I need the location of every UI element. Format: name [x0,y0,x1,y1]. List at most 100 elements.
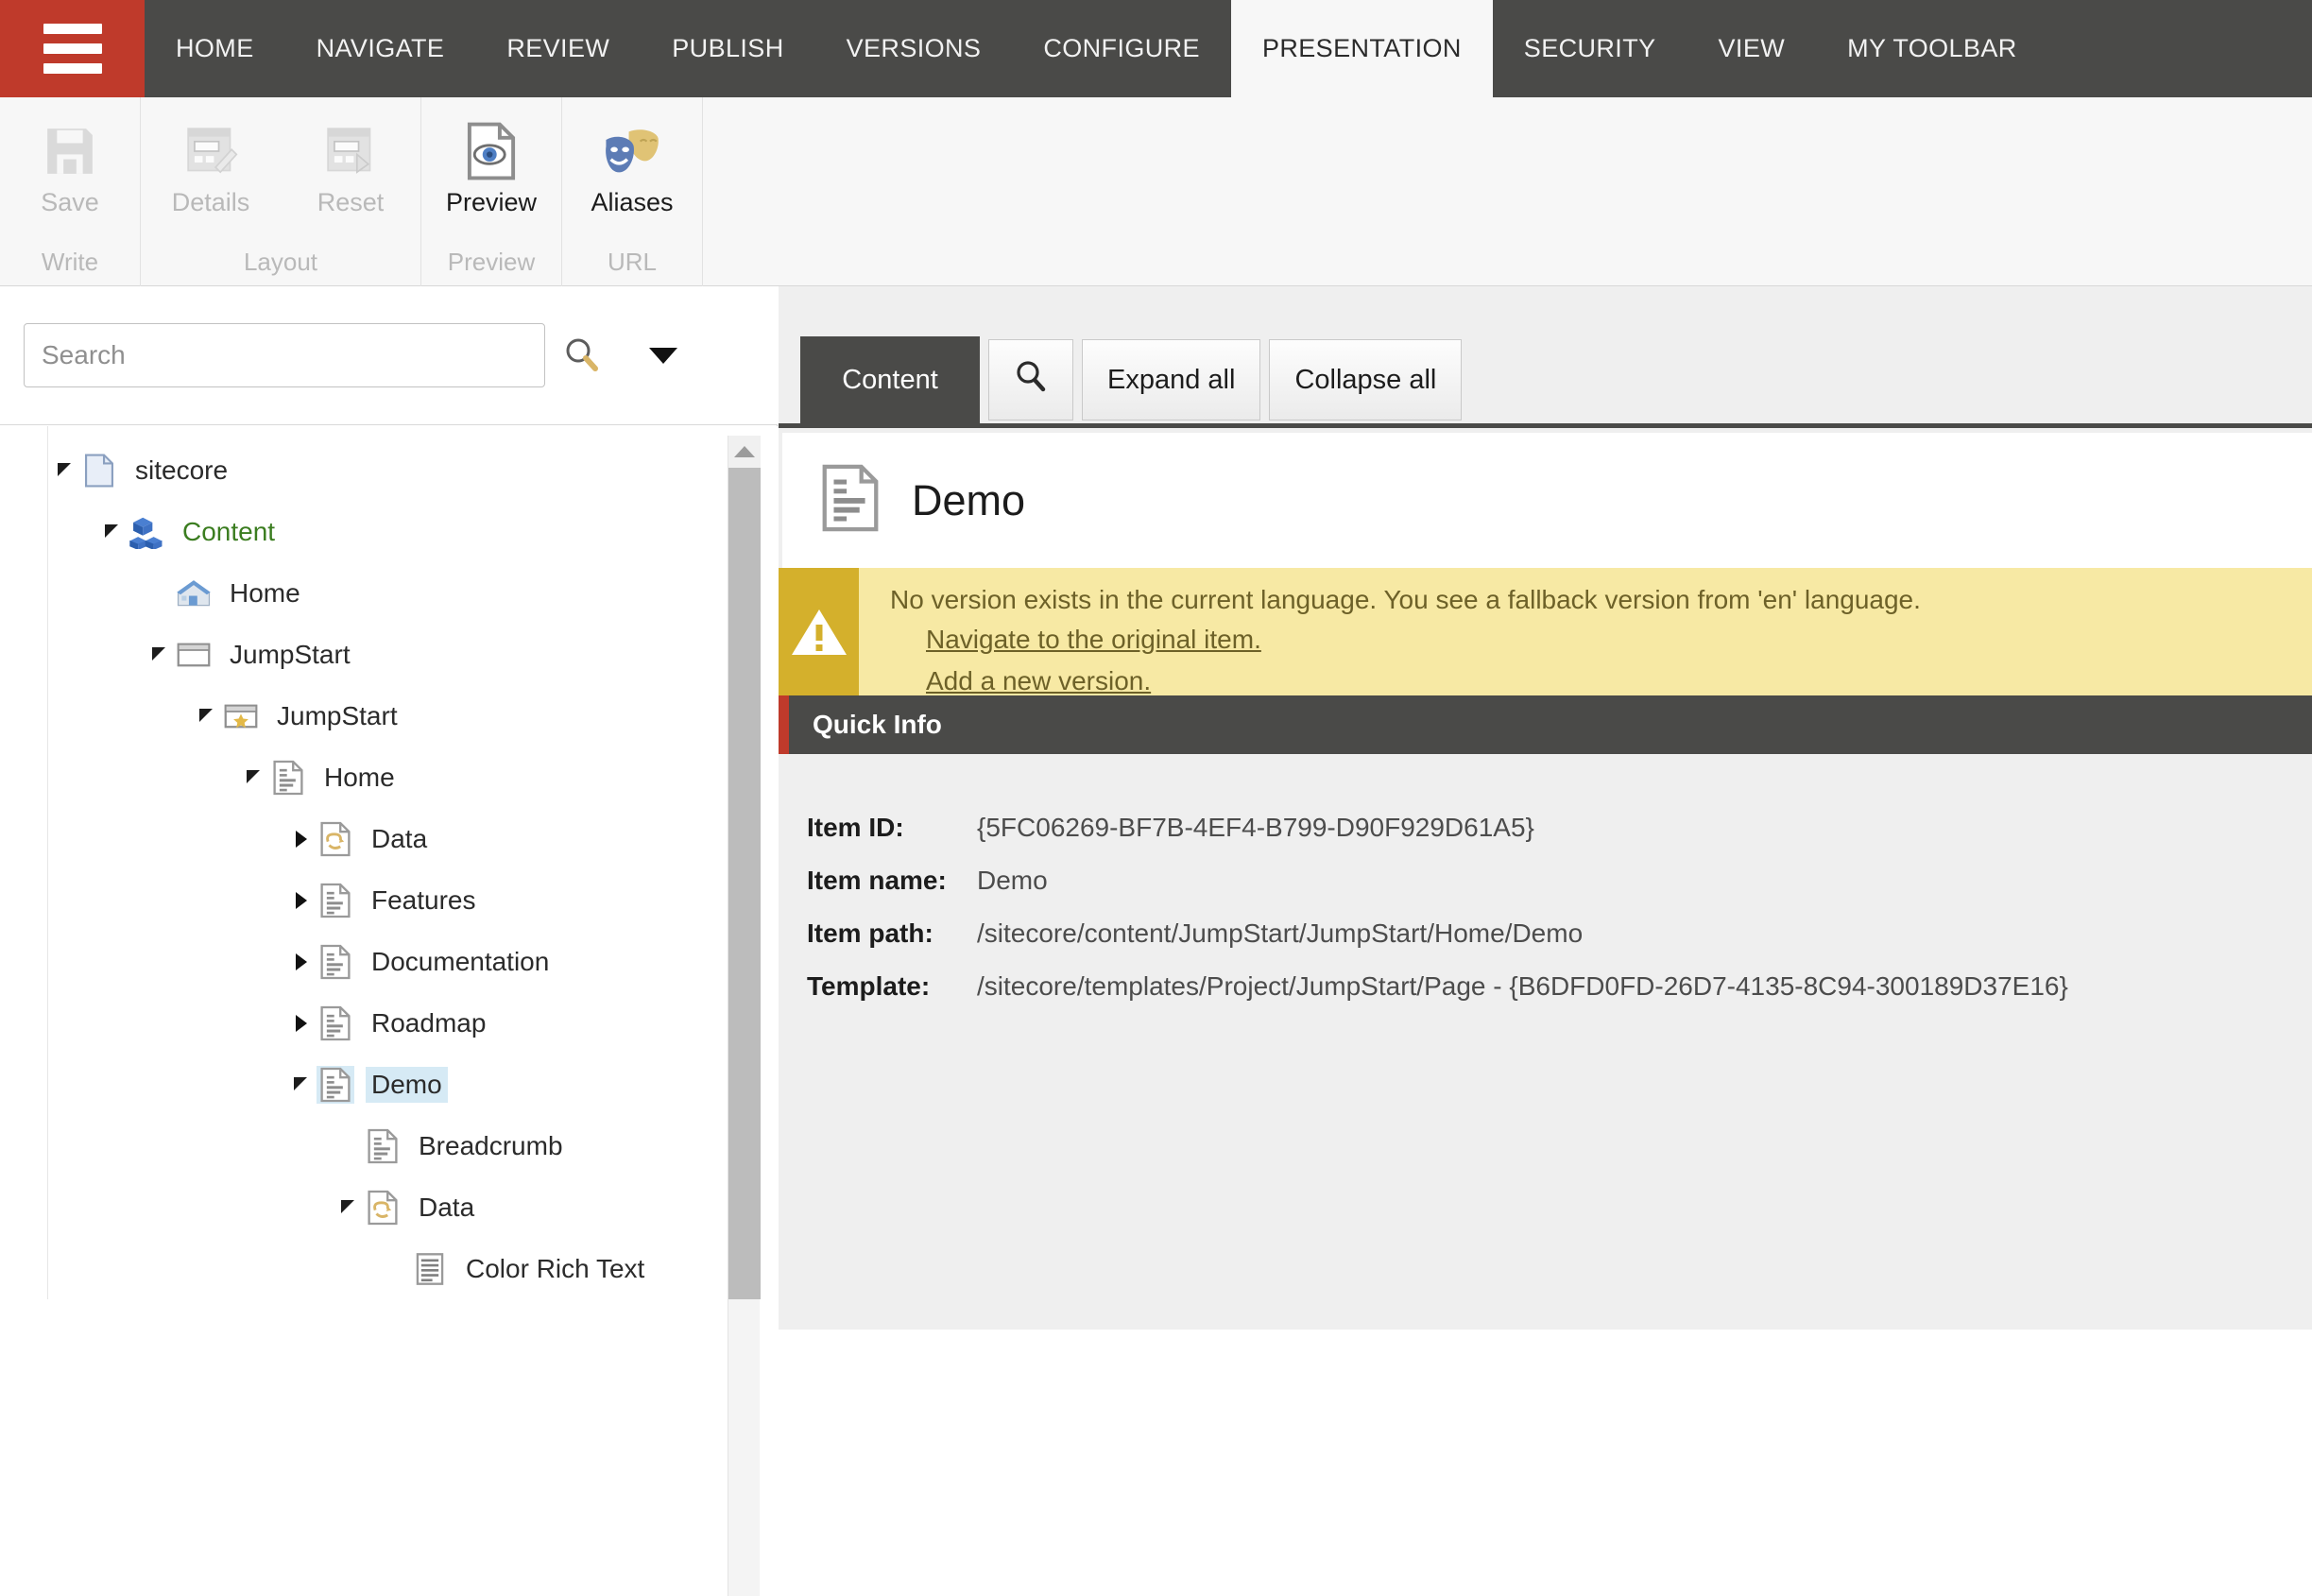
tree-item-color-rich-text[interactable]: Color Rich Text [48,1238,737,1299]
expand-all-button[interactable]: Expand all [1082,339,1261,420]
tree-item-label: Color Rich Text [466,1253,645,1283]
expanded-arrow-icon[interactable] [284,1073,317,1096]
content-tree-panel: sitecore Content Home JumpStart JumpStart Hom… [0,286,778,1596]
hamburger-icon-bar [43,24,102,34]
ribbon-tab-home[interactable]: HOME [145,0,285,97]
tree-item-label: Content [182,516,276,546]
ribbon-group-preview: Preview Preview [421,97,562,286]
search-button[interactable] [988,339,1073,420]
expanded-arrow-icon[interactable] [95,521,128,543]
ribbon-tabs: HOME NAVIGATE REVIEW PUBLISH VERSIONS CONFIGU… [145,0,2048,97]
ribbon-group-layout: Details Reset Layout [141,97,421,286]
ribbon-tab-security[interactable]: SECURITY [1493,0,1687,97]
quick-info-row: Item path: /sitecore/content/JumpStart/Ju… [779,918,2312,971]
quick-info-value: /sitecore/content/JumpStart/JumpStart/Ho… [977,918,1584,948]
ribbon-toolbar: Save Write Details Reset Layout Preview Previe… [0,97,2312,286]
ribbon-group-write: Save Write [0,97,141,286]
tree-item-roadmap[interactable]: Roadmap [48,992,737,1054]
tree-item-jumpstart[interactable]: JumpStart [48,624,737,685]
ribbon-group-title: Preview [447,248,536,276]
collapsed-arrow-icon[interactable] [284,951,317,973]
document-blue-icon [80,452,118,489]
layout-reset-icon [321,122,380,180]
ribbon-tab-view[interactable]: VIEW [1687,0,1817,97]
hamburger-menu-button[interactable] [0,0,145,97]
content-tree: sitecore Content Home JumpStart JumpStart Hom… [47,426,737,1299]
star-window-icon [222,697,260,735]
tree-item-label: JumpStart [230,639,351,669]
tree-item-features[interactable]: Features [48,869,737,931]
tree-item-home[interactable]: Home [48,562,737,624]
ribbon-tab-publish[interactable]: PUBLISH [641,0,814,97]
ribbon-tab-navigate[interactable]: NAVIGATE [285,0,476,97]
quick-info-header: Quick Info [779,695,2312,754]
ribbon-tab-review[interactable]: REVIEW [475,0,641,97]
aliases-button[interactable]: Aliases [562,114,702,217]
quick-info-row: Item ID: {5FC06269-BF7B-4EF4-B799-D90F929… [779,813,2312,866]
content-cubes-icon [128,513,165,551]
quick-info-value: /sitecore/templates/Project/JumpStart/Pa… [977,971,2068,1001]
expanded-arrow-icon[interactable] [48,459,80,482]
collapsed-arrow-icon[interactable] [284,828,317,850]
expanded-arrow-icon[interactable] [332,1196,364,1219]
add-new-version-link[interactable]: Add a new version. [926,666,1921,696]
tab-content[interactable]: Content [800,336,980,423]
warning-triangle-icon [779,568,859,695]
ribbon-tab-versions[interactable]: VERSIONS [815,0,1013,97]
expanded-arrow-icon[interactable] [190,705,222,728]
tree-item-content[interactable]: Content [48,501,737,562]
ribbon-tab-configure[interactable]: CONFIGURE [1012,0,1231,97]
ribbon-tab-presentation[interactable]: PRESENTATION [1230,0,1493,97]
ribbon-group-title: Layout [243,248,318,276]
tree-item-jumpstart[interactable]: JumpStart [48,685,737,747]
ribbon-filler [703,97,2312,286]
ribbon-button-label: Save [41,188,99,216]
tree-scrollbar[interactable] [728,436,761,1596]
data-page-icon [317,820,354,858]
tree-item-label: Data [419,1192,475,1222]
tree-item-demo[interactable]: Demo [48,1054,737,1115]
hamburger-icon-bar [43,43,102,54]
magnifier-icon [1012,357,1050,403]
quick-info-row: Item name: Demo [779,866,2312,918]
scrollbar-thumb[interactable] [728,468,761,1299]
item-header: Demo [779,433,2312,568]
warning-message: No version exists in the current languag… [890,585,1921,614]
navigate-original-item-link[interactable]: Navigate to the original item. [926,625,1921,655]
quick-info-body: Item ID: {5FC06269-BF7B-4EF4-B799-D90F929… [779,754,2312,1330]
tree-item-breadcrumb[interactable]: Breadcrumb [48,1115,737,1176]
layout-details-icon [181,122,240,180]
tree-item-label: JumpStart [277,700,398,730]
page-icon [317,1004,354,1042]
tree-item-home[interactable]: Home [48,747,737,808]
quick-info-value: Demo [977,866,1048,895]
expanded-arrow-icon[interactable] [143,644,175,666]
collapsed-arrow-icon[interactable] [284,889,317,912]
details-button: Details [141,114,281,217]
richtext-icon [411,1250,449,1288]
ribbon-tab-my-toolbar[interactable]: MY TOOLBAR [1816,0,2048,97]
page-icon [317,943,354,981]
tree-item-documentation[interactable]: Documentation [48,931,737,992]
search-input[interactable] [24,323,545,387]
quick-info-label: Template: [807,971,931,1001]
window-icon [175,636,213,674]
search-icon[interactable] [545,323,619,387]
page-title: Demo [912,475,1026,524]
scroll-up-arrow-icon[interactable] [728,436,761,468]
preview-button[interactable]: Preview [421,114,561,217]
ribbon-button-label: Details [171,188,250,216]
expanded-arrow-icon[interactable] [237,766,269,789]
ribbon-tab-bar: HOME NAVIGATE REVIEW PUBLISH VERSIONS CONFIGU… [0,0,2312,97]
theater-masks-icon [603,122,661,180]
tree-item-sitecore[interactable]: sitecore [48,439,737,501]
collapsed-arrow-icon[interactable] [284,1012,317,1035]
tree-item-data[interactable]: Data [48,1176,737,1238]
data-page-icon [364,1189,402,1227]
tree-item-label: Home [230,577,300,608]
tree-item-data[interactable]: Data [48,808,737,869]
ribbon-button-label: Preview [445,188,538,216]
chevron-down-icon[interactable] [630,323,696,387]
collapse-all-button[interactable]: Collapse all [1269,339,1463,420]
ribbon-button-label: Aliases [591,188,674,216]
